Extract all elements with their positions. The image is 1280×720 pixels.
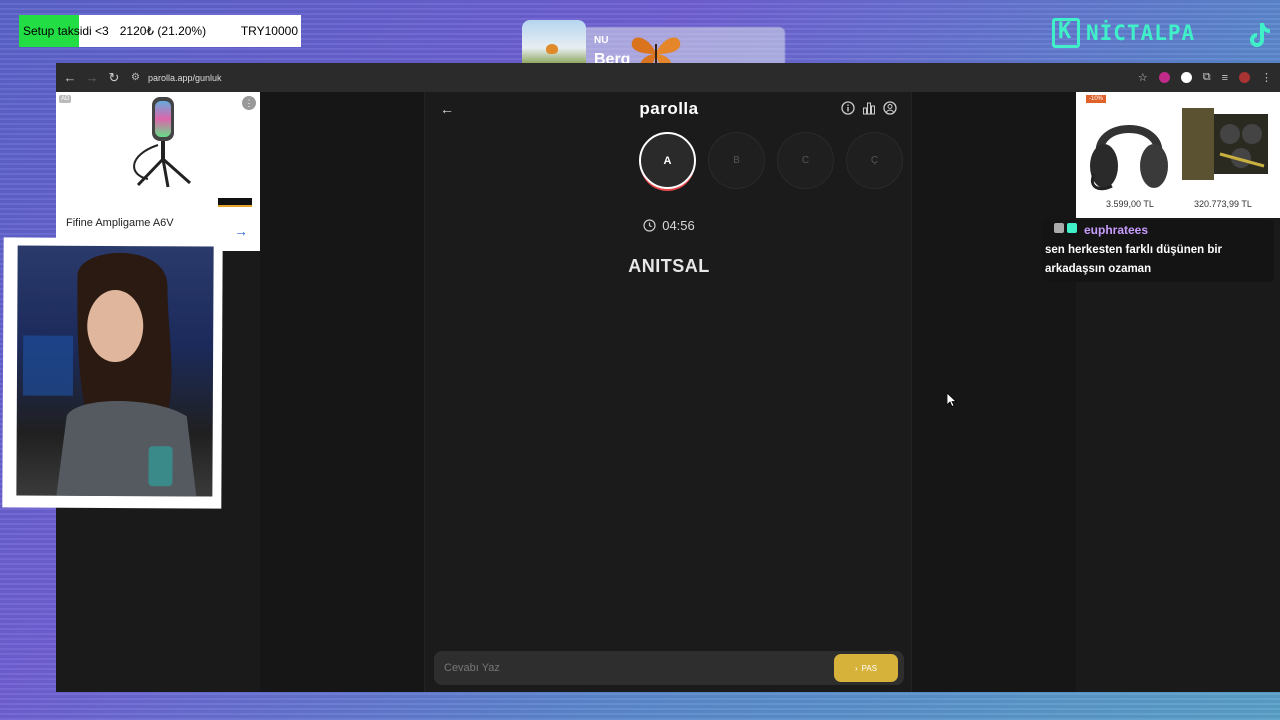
answer-bar: › PAS [434,651,904,685]
goal-amount: 2120₺ (21.20%) [119,24,207,38]
timer-value: 04:56 [662,218,695,233]
channel-logo: NİCTALPA [1052,18,1195,48]
forward-icon[interactable]: → [81,70,103,85]
headset-image [1090,125,1168,191]
chat-username: euphratees [1084,223,1149,237]
graphics-card-image [1182,108,1268,180]
clock-icon [643,219,656,232]
letter-circle-c[interactable]: C [777,132,834,189]
ad-options-icon[interactable]: ⋮ [242,96,256,110]
address-bar[interactable]: ⚙ parolla.app/gunluk [131,72,222,83]
letter-circle-a[interactable]: A [639,132,696,189]
toolbar-actions: ☆ ⧉ ≡ ⋮ [1138,71,1272,84]
stats-icon[interactable] [862,101,876,115]
browser-toolbar: ← → ↻ ⚙ parolla.app/gunluk ☆ ⧉ ≡ ⋮ [56,63,1280,92]
pencil-badge-icon [1054,223,1064,233]
letter-circle-c-cedilla[interactable]: Ç [846,132,903,189]
menu-icon[interactable]: ⋮ [1261,71,1272,84]
browser-window: ← → ↻ ⚙ parolla.app/gunluk ☆ ⧉ ≡ ⋮ AD ⋮ [56,63,1280,692]
chat-message: euphratees sen herkesten farklı düşünen … [1042,220,1274,282]
record-icon[interactable] [1180,72,1192,83]
parolla-app: ← parolla A B C Ç 04:56 ANITSAL Cevabı Y… [424,92,912,692]
app-title: parolla [639,99,699,118]
arrow-right-icon[interactable]: → [234,223,248,239]
pass-button[interactable]: › PAS [834,654,898,682]
chat-text: sen herkesten farklı düşünen bir arkadaş… [1045,244,1223,275]
ad-product-title[interactable]: Fifine Ampligame A6V [66,217,174,229]
chat-badges [1054,223,1077,233]
reload-icon[interactable]: ↻ [103,70,125,86]
pass-label: PAS [861,663,878,673]
webcam-feed [16,245,214,497]
page-content: AD ⋮ Fifine Ampligame A6V → -10% 3.599,0… [56,92,1280,692]
goal-target: TRY10000 [240,24,298,38]
logo-k-icon [1052,18,1080,48]
now-playing-label: NU [594,35,609,46]
chevron-right-icon: › [854,663,858,673]
donation-goal-bar: Setup taksidi <3 2120₺ (21.20%) TRY10000 [19,15,301,47]
letter-circle-b[interactable]: B [708,132,765,189]
goal-label: Setup taksidi <3 [23,24,109,38]
ad-badge: AD [59,95,72,103]
product-ad-left[interactable]: AD ⋮ Fifine Ampligame A6V → [56,92,260,251]
url-text[interactable]: parolla.app/gunluk [148,73,222,83]
extension-icon[interactable] [1158,72,1170,83]
answer-input[interactable] [434,651,834,685]
info-icon[interactable] [841,101,855,115]
current-word: ANITSAL [628,256,710,276]
subscriber-badge-icon [1067,223,1077,233]
back-icon[interactable]: ← [59,70,81,85]
streamer-silhouette [22,252,197,497]
tiktok-icon [1250,23,1270,47]
star-icon[interactable]: ☆ [1138,71,1148,84]
profile-icon[interactable] [883,101,897,115]
puzzle-icon[interactable]: ⧉ [1203,71,1211,84]
app-header-icons [841,101,897,115]
avatar[interactable] [1239,72,1250,83]
tab-list-icon[interactable]: ≡ [1222,72,1228,84]
site-info-icon[interactable]: ⚙ [131,72,140,83]
mouse-cursor-icon [947,393,957,407]
timer: 04:56 [425,218,913,233]
webcam-frame [2,237,223,509]
right-ad-column: -10% 3.599,00 TL 320.773,99 TL [1076,92,1280,692]
letter-wheel: A B C Ç [639,132,903,189]
brand-logo [218,198,252,207]
microphone-image [133,97,191,188]
product-price-1: 3.599,00 TL [1106,199,1154,209]
channel-name: NİCTALPA [1086,21,1196,45]
product-price-2: 320.773,99 TL [1194,199,1252,209]
